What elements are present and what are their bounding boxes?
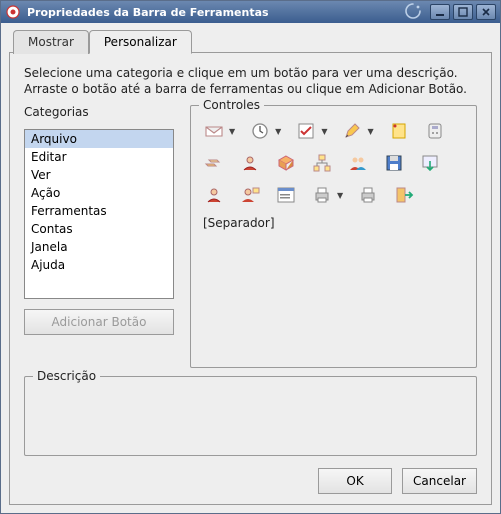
mid-columns: Categorias ArquivoEditarVerAçãoFerrament… [24,105,477,368]
close-button[interactable] [476,4,496,20]
category-item[interactable]: Ajuda [25,256,173,274]
control-save-icon[interactable] [383,152,405,174]
save-icon [383,152,405,174]
user-red-icon [239,152,261,174]
window: Propriedades da Barra de Ferramentas Mos… [0,0,501,514]
control-import-icon[interactable] [419,152,441,174]
categories-column: Categorias ArquivoEditarVerAçãoFerrament… [24,105,174,368]
control-mail-icon[interactable]: ▼ [203,120,235,142]
category-item[interactable]: Arquivo [25,130,173,148]
control-user-icon[interactable] [203,184,225,206]
note-icon [388,120,410,142]
control-user-add-icon[interactable] [239,184,261,206]
user-group-icon [347,152,369,174]
control-user-red-icon[interactable] [239,152,261,174]
control-exit-icon[interactable] [393,184,415,206]
import-icon [419,152,441,174]
clock-icon [249,120,271,142]
tab-show[interactable]: Mostrar [13,30,89,54]
control-print-icon[interactable]: ▼ [311,184,343,206]
task-icon [295,120,317,142]
category-item[interactable]: Contas [25,220,173,238]
control-window-list-icon[interactable] [275,184,297,206]
category-item[interactable]: Ferramentas [25,202,173,220]
chevron-down-icon: ▼ [229,127,235,136]
client-area: Mostrar Personalizar Selecione uma categ… [1,23,500,513]
edit-icon [341,120,363,142]
tab-pane-customize: Selecione uma categoria e clique em um b… [9,52,492,505]
titlebar: Propriedades da Barra de Ferramentas [1,1,500,23]
control-separator[interactable]: [Separador] [203,216,275,230]
control-phone-icon[interactable] [424,120,446,142]
exit-icon [393,184,415,206]
orgchart-icon [311,152,333,174]
category-item[interactable]: Janela [25,238,173,256]
chevron-down-icon: ▼ [367,127,373,136]
description-fieldset: Descrição [24,376,477,456]
control-print-setup-icon[interactable] [357,184,379,206]
user-icon [203,184,225,206]
ok-button[interactable]: OK [318,468,392,494]
control-user-group-icon[interactable] [347,152,369,174]
cancel-button[interactable]: Cancelar [402,468,477,494]
control-cube-icon[interactable] [275,152,297,174]
intro-line-2: Arraste o botão até a barra de ferrament… [24,81,477,97]
intro-line-1: Selecione uma categoria e clique em um b… [24,65,477,81]
window-buttons [430,4,496,20]
window-title: Propriedades da Barra de Ferramentas [27,6,404,19]
category-item[interactable]: Editar [25,148,173,166]
minimize-button[interactable] [430,4,450,20]
phone-icon [424,120,446,142]
print-icon [311,184,333,206]
folders-icon [203,152,225,174]
suse-swirl-icon [404,2,422,23]
control-note-icon[interactable] [388,120,410,142]
categories-listbox[interactable]: ArquivoEditarVerAçãoFerramentasContasJan… [24,129,174,299]
user-add-icon [239,184,261,206]
controls-legend: Controles [199,98,264,112]
description-legend: Descrição [33,369,100,383]
cube-icon [275,152,297,174]
maximize-button[interactable] [453,4,473,20]
control-clock-icon[interactable]: ▼ [249,120,281,142]
control-folders-icon[interactable] [203,152,225,174]
chevron-down-icon: ▼ [321,127,327,136]
tab-customize[interactable]: Personalizar [89,30,192,54]
separator-label: [Separador] [203,216,275,230]
control-orgchart-icon[interactable] [311,152,333,174]
control-task-icon[interactable]: ▼ [295,120,327,142]
chevron-down-icon: ▼ [337,191,343,200]
category-item[interactable]: Ver [25,166,173,184]
app-icon [5,4,21,20]
chevron-down-icon: ▼ [275,127,281,136]
intro-text: Selecione uma categoria e clique em um b… [24,65,477,97]
mail-icon [203,120,225,142]
categories-label: Categorias [24,105,174,119]
controls-fieldset: Controles ▼▼▼▼▼[Separador] [190,105,477,368]
add-toolbar-button[interactable]: Adicionar Botão [24,309,174,335]
category-item[interactable]: Ação [25,184,173,202]
print-setup-icon [357,184,379,206]
tabbar: Mostrar Personalizar [9,29,492,53]
dialog-footer: OK Cancelar [24,464,477,494]
window-list-icon [275,184,297,206]
controls-grid: ▼ ▼ ▼ ▼ ▼ [Separador] [199,114,468,236]
control-edit-icon[interactable]: ▼ [341,120,373,142]
